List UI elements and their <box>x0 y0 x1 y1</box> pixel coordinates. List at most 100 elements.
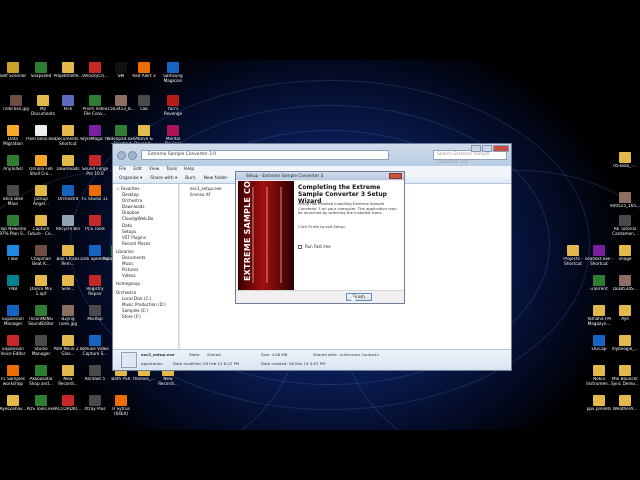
desktop-icon[interactable]: Akkoosotia Shop and... <box>28 363 54 393</box>
close-icon[interactable] <box>389 173 402 179</box>
desktop-icon[interactable]: Pahl Neue 2.0 Glos... <box>54 333 82 363</box>
desktop-icon[interactable]: VelocityCh... <box>82 60 108 90</box>
app-icon <box>35 365 47 376</box>
desktop-icon[interactable]: R Sytrus (64bit) <box>108 393 134 423</box>
desktop-icon[interactable]: Pixel benz.exe <box>26 123 56 153</box>
desktop-icon[interactable]: FL Studio 11 <box>82 183 108 213</box>
nav-section-header[interactable]: Homegroup <box>113 281 178 287</box>
desktop-icon[interactable]: uTorrent <box>586 273 612 303</box>
desktop-icon[interactable]: Bad Chicks Rem... <box>55 243 81 273</box>
desktop-icon[interactable]: B2jing rules.jpg <box>55 303 81 333</box>
nav-item[interactable]: Store (F:) <box>113 314 178 320</box>
app-icon <box>7 365 19 376</box>
maximize-icon[interactable] <box>482 145 492 152</box>
desktop-icon[interactable]: Deluxe Video Capture S... <box>81 333 109 363</box>
desktop-icon[interactable]: Sele... <box>55 273 81 303</box>
desktop-icon[interactable]: LIGCap <box>586 333 612 363</box>
desktop-icon-label: R Sytrus (64bit) <box>112 407 130 416</box>
back-icon[interactable] <box>117 151 126 160</box>
desktop-icon[interactable]: AyesZehav... <box>0 393 26 423</box>
desktop-icon[interactable]: Orchestra <box>55 183 81 213</box>
desktop-icon[interactable]: Projects - Shortcut <box>560 243 586 273</box>
app-icon <box>7 155 19 166</box>
app-icon <box>89 155 101 166</box>
new-folder-button[interactable]: New folder <box>204 174 228 183</box>
desktop-icon[interactable]: Mix Bouncer Sync Demo... <box>611 363 639 393</box>
desktop-icon[interactable]: Documents - Shortcut <box>55 123 81 153</box>
desktop-icon[interactable]: Lab <box>131 93 157 123</box>
share-with-button[interactable]: Share with ▾ <box>150 174 177 183</box>
forward-icon[interactable] <box>128 151 137 160</box>
desktop-icon[interactable]: 05-Bola_-... <box>612 150 638 180</box>
desktop-icon[interactable]: 1838534S... <box>612 273 638 303</box>
desktop-icon[interactable]: myboogie_... <box>612 333 638 363</box>
minimize-icon[interactable] <box>471 145 481 152</box>
desktop-icon[interactable]: Self Scenner <box>0 60 26 90</box>
desktop-icon[interactable]: RE Tutorial Cantamen... <box>612 213 638 243</box>
desktop-icon[interactable]: Capture Future - Co... <box>28 213 54 243</box>
desktop-icon[interactable]: Orkiola Feb Shell Cro... <box>28 153 54 183</box>
desktop-icon[interactable]: Dance Mix 1.apf <box>28 273 54 303</box>
close-icon[interactable] <box>493 145 509 152</box>
desktop-icon[interactable]: ppx presets <box>586 393 612 423</box>
desktop-icon[interactable]: Flow <box>0 243 26 273</box>
desktop-icon[interactable]: Downloads <box>55 153 81 183</box>
desktop-icon[interactable]: StyleMagic YA <box>80 123 110 153</box>
desktop-icon[interactable]: Stick Bike Mass <box>0 183 26 213</box>
desktop-icon-label: Bad Chicks Rem... <box>56 257 80 266</box>
desktop-icon[interactable]: Rad Alert 3 <box>131 60 157 90</box>
menu-file[interactable]: File <box>119 166 126 174</box>
nav-item[interactable]: Videos <box>113 273 178 279</box>
desktop-icon[interactable]: Top Newsmo 97% Plan S... <box>0 213 27 243</box>
desktop-icon[interactable]: Yuri's Revenge <box>160 93 186 123</box>
menu-view[interactable]: View <box>149 166 159 174</box>
desktop-icon[interactable]: Expansion Voice Editor <box>0 333 26 363</box>
menu-help[interactable]: Help <box>184 166 194 174</box>
desktop-icon[interactable]: Xtray Plus <box>82 393 108 423</box>
menu-edit[interactable]: Edit <box>133 166 142 174</box>
desktop-icon[interactable]: FNB <box>0 273 26 303</box>
desktop-icon[interactable]: Studio Manager <box>28 333 54 363</box>
burn-button[interactable]: Burn <box>185 174 195 183</box>
desktop-icon[interactable]: WeatherA... <box>612 393 638 423</box>
desktop-icon[interactable]: recordKING SoundEditor <box>28 303 54 333</box>
menu-tools[interactable]: Tools <box>166 166 177 174</box>
desktop-icon[interactable]: Data Migration <box>0 123 26 153</box>
desktop-icon[interactable]: New Recordi... <box>55 363 81 393</box>
setup-titlebar[interactable]: Setup - Extreme Sample Converter 3 <box>236 172 404 180</box>
desktop-icon[interactable]: Prism Video File Conv... <box>82 93 108 123</box>
organize-button[interactable]: Organize ▾ <box>119 174 142 183</box>
desktop-icon[interactable]: Yamaha FM Magazyn... <box>586 303 612 333</box>
desktop-icon[interactable]: Expansion Manager <box>0 303 26 333</box>
desktop-icon[interactable]: MixRap <box>82 303 108 333</box>
desktop-icon[interactable]: image <box>612 243 638 273</box>
desktop-icon[interactable]: Projekthelfe... <box>54 60 82 90</box>
desktop-icon[interactable]: Jackup Angel... <box>28 183 54 213</box>
desktop-icon[interactable]: Chapman Beat K... <box>28 243 54 273</box>
desktop-icon[interactable]: Recycle Bin <box>55 213 81 243</box>
desktop-icon[interactable]: Ayll <box>612 303 638 333</box>
nav-item[interactable]: Recent Places <box>113 241 178 247</box>
desktop-icon-label: FL Studio 11 <box>81 197 109 201</box>
desktop-icon[interactable]: seahost.exe - Shortcut <box>585 243 613 273</box>
desktop-icon[interactable]: PDS Tools.exe <box>27 393 55 423</box>
app-icon <box>89 245 101 256</box>
explorer-titlebar[interactable]: Extreme Sample Converter 3.0 Search Extr… <box>113 144 511 166</box>
desktop-icon[interactable]: AnyToISO <box>0 153 26 183</box>
finish-button[interactable]: Finish <box>346 293 372 301</box>
setup-wizard-window[interactable]: Setup - Extreme Sample Converter 3 EXTRE… <box>235 171 405 304</box>
desktop-icon[interactable]: r2I6F0se.jpg <box>3 93 29 123</box>
desktop-icon[interactable]: Nokia Instrumen... <box>586 363 612 393</box>
desktop-icon[interactable]: Registry Repair <box>82 273 108 303</box>
desktop-icon[interactable]: PCS Tools <box>82 213 108 243</box>
desktop-icon[interactable]: ACCORDIO... <box>55 393 81 423</box>
address-bar[interactable]: Extreme Sample Converter 3.0 <box>141 150 389 160</box>
desktop-icon[interactable]: Snapseed <box>28 60 54 90</box>
desktop-icon[interactable]: Kontakt 5 <box>82 363 108 393</box>
desktop-icon[interactable]: Samsung Magician <box>160 60 186 90</box>
desktop-icon[interactable]: FL Samples workshop <box>0 363 26 393</box>
desktop-icon[interactable]: Sound Forge Pro 10.0 <box>82 153 108 183</box>
run-checkbox[interactable] <box>298 245 302 249</box>
desktop-icon-label: Akkoosotia Shop and... <box>29 377 53 386</box>
desktop-icon[interactable]: Pick <box>55 93 81 123</box>
